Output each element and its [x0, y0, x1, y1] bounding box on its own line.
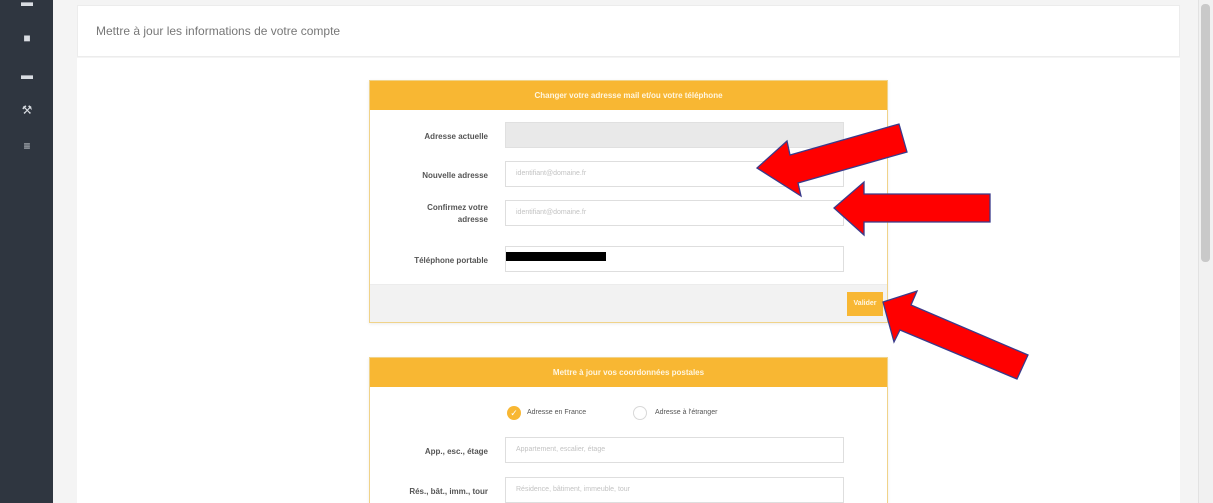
arrow-icon — [882, 289, 1029, 380]
arrow-icon — [755, 123, 908, 198]
annotation-arrows — [755, 123, 1029, 380]
arrow-icon — [833, 180, 991, 237]
